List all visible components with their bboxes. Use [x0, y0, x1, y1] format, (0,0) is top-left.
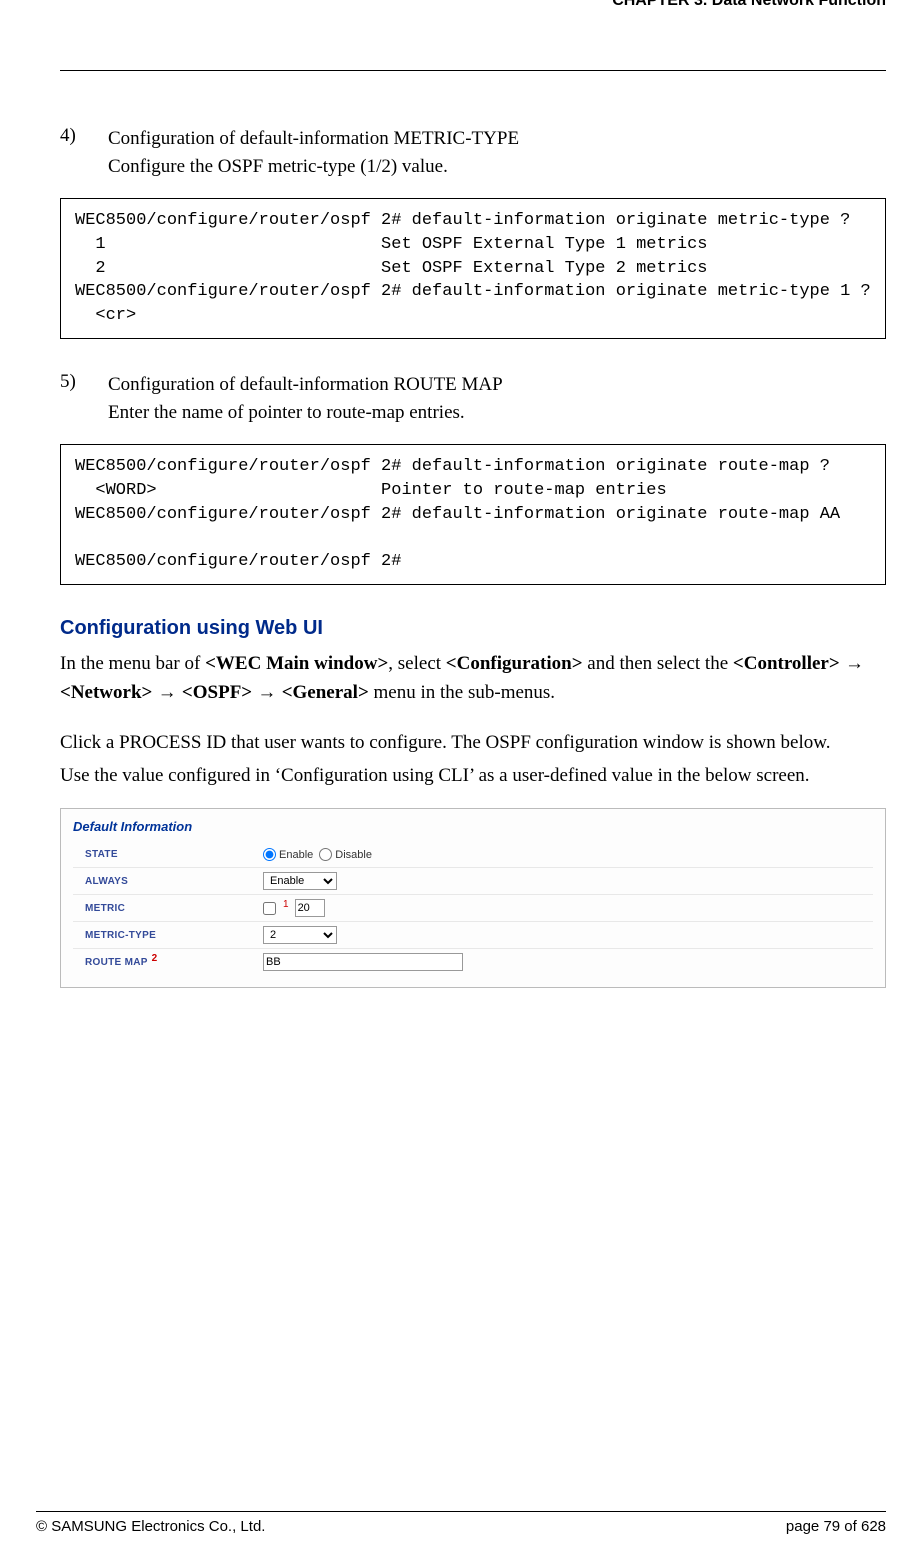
- panel-title: Default Information: [73, 819, 873, 834]
- row-metric: METRIC 1: [73, 895, 873, 922]
- step-4-number: 4): [60, 125, 108, 180]
- arrow-3: →: [252, 682, 282, 703]
- label-metric: METRIC: [73, 903, 263, 914]
- default-information-panel: Default Information STATE Enable Disable…: [60, 808, 886, 988]
- select-metric-type[interactable]: 2: [263, 926, 337, 944]
- arrow-1: →: [840, 653, 864, 674]
- webui-intro: In the menu bar of <WEC Main window>, se…: [60, 650, 886, 707]
- checkbox-metric[interactable]: [263, 902, 276, 915]
- radio-enable-label: Enable: [279, 849, 313, 861]
- arrow-2: →: [152, 682, 182, 703]
- step-5-number: 5): [60, 371, 108, 426]
- header-rule: [60, 70, 886, 71]
- footer-left: © SAMSUNG Electronics Co., Ltd.: [36, 1518, 265, 1535]
- label-route-map-text: ROUTE MAP: [85, 957, 148, 968]
- intro-general: <General>: [282, 682, 369, 703]
- step-4: 4) Configuration of default-information …: [60, 125, 886, 180]
- radio-enable-wrap[interactable]: Enable: [263, 848, 313, 861]
- chapter-header: CHAPTER 3. Data Network Function: [60, 0, 886, 10]
- intro-post: and then select the: [583, 653, 733, 674]
- intro-network: <Network>: [60, 682, 152, 703]
- page-footer: © SAMSUNG Electronics Co., Ltd. page 79 …: [36, 1511, 886, 1535]
- webui-para2: Click a PROCESS ID that user wants to co…: [60, 729, 886, 758]
- step-4-title: Configuration of default-information MET…: [108, 125, 886, 153]
- footer-right: page 79 of 628: [786, 1518, 886, 1535]
- webui-heading: Configuration using Web UI: [60, 617, 886, 640]
- intro-controller: <Controller>: [733, 653, 840, 674]
- step-4-desc: Configure the OSPF metric-type (1/2) val…: [108, 153, 886, 181]
- input-route-map[interactable]: [263, 953, 463, 971]
- route-map-sup: 2: [152, 953, 158, 964]
- radio-disable[interactable]: [319, 848, 332, 861]
- radio-enable[interactable]: [263, 848, 276, 861]
- intro-mid: , select: [388, 653, 446, 674]
- row-always: ALWAYS Enable: [73, 868, 873, 895]
- intro-pre: In the menu bar of: [60, 653, 205, 674]
- row-state: STATE Enable Disable: [73, 842, 873, 868]
- label-route-map: ROUTE MAP 2: [73, 957, 263, 968]
- select-always[interactable]: Enable: [263, 872, 337, 890]
- webui-para3: Use the value configured in ‘Configurati…: [60, 762, 886, 791]
- intro-ospf: <OSPF>: [182, 682, 252, 703]
- input-metric[interactable]: [295, 899, 325, 917]
- metric-sup: 1: [283, 899, 289, 910]
- step-5-desc: Enter the name of pointer to route-map e…: [108, 399, 886, 427]
- intro-config: <Configuration>: [446, 653, 583, 674]
- radio-disable-label: Disable: [335, 849, 372, 861]
- label-metric-type: METRIC-TYPE: [73, 930, 263, 941]
- code-block-metric-type: WEC8500/configure/router/ospf 2# default…: [60, 198, 886, 339]
- label-metric-text: METRIC: [85, 903, 125, 914]
- row-metric-type: METRIC-TYPE 2: [73, 922, 873, 949]
- intro-wec: <WEC Main window>: [205, 653, 388, 674]
- intro-tail: menu in the sub-menus.: [369, 682, 555, 703]
- step-5-title: Configuration of default-information ROU…: [108, 371, 886, 399]
- code-block-route-map: WEC8500/configure/router/ospf 2# default…: [60, 444, 886, 585]
- label-state: STATE: [73, 849, 263, 860]
- step-5: 5) Configuration of default-information …: [60, 371, 886, 426]
- row-route-map: ROUTE MAP 2: [73, 949, 873, 975]
- label-always: ALWAYS: [73, 876, 263, 887]
- radio-disable-wrap[interactable]: Disable: [319, 848, 372, 861]
